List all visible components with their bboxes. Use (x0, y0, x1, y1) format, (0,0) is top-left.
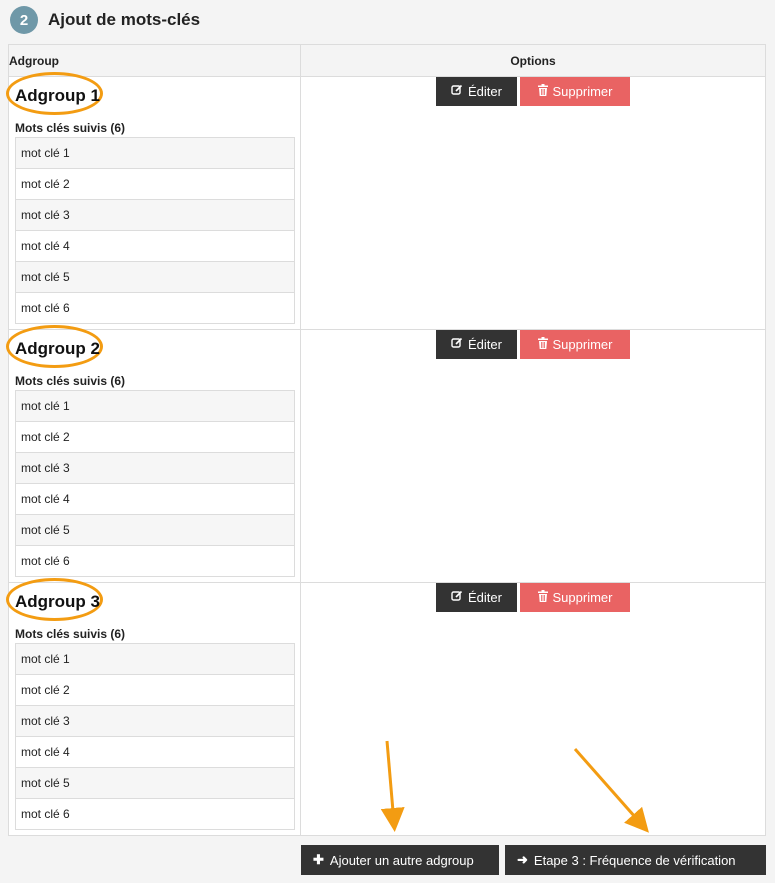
edit-button[interactable]: Éditer (436, 583, 517, 612)
trash-icon (537, 590, 548, 605)
keyword-item: mot clé 3 (16, 453, 294, 484)
adgroups-table: Adgroup Options Adgroup 1 Mots clés suiv… (6, 44, 766, 836)
edit-button-label: Éditer (468, 84, 502, 99)
keyword-item: mot clé 6 (16, 799, 294, 830)
keywords-title: Mots clés suivis (6) (15, 121, 126, 135)
edit-button[interactable]: Éditer (436, 330, 517, 359)
keyword-item: mot clé 2 (16, 422, 294, 453)
keyword-item: mot clé 2 (16, 169, 294, 200)
step-number-badge: 2 (10, 6, 38, 34)
delete-button-label: Supprimer (552, 84, 613, 99)
keyword-item: mot clé 6 (16, 293, 294, 324)
options-cell: Éditer Supprimer (300, 76, 766, 330)
adgroup-row: Adgroup 2 Mots clés suivis (6) mot clé 1… (6, 325, 766, 583)
delete-button[interactable]: Supprimer (520, 77, 630, 106)
adgroup-row: Adgroup 3 Mots clés suivis (6) mot clé 1… (6, 578, 766, 836)
next-step-button[interactable]: ➜ Etape 3 : Fréquence de vérification (505, 845, 766, 875)
edit-button-label: Éditer (468, 590, 502, 605)
edit-button-label: Éditer (468, 337, 502, 352)
arrow-right-icon: ➜ (517, 852, 528, 867)
keyword-item: mot clé 1 (16, 391, 294, 422)
plus-icon: ✚ (313, 852, 324, 867)
keyword-item: mot clé 5 (16, 262, 294, 293)
column-header-options: Options (300, 44, 766, 77)
adgroup-cell: Adgroup 1 Mots clés suivis (6) mot clé 1… (6, 72, 301, 330)
step-header: 2 Ajout de mots-clés (10, 5, 200, 35)
edit-icon (451, 84, 463, 99)
next-step-label: Etape 3 : Fréquence de vérification (533, 852, 736, 868)
keywords-title: Mots clés suivis (6) (15, 627, 126, 641)
keyword-item: mot clé 1 (16, 644, 294, 675)
keyword-item: mot clé 5 (16, 768, 294, 799)
keywords-list: mot clé 1 mot clé 2 mot clé 3 mot clé 4 … (15, 643, 295, 830)
delete-button[interactable]: Supprimer (520, 583, 630, 612)
edit-icon (451, 590, 463, 605)
adgroup-name: Adgroup 2 (15, 339, 100, 358)
trash-icon (537, 84, 548, 99)
keyword-item: mot clé 1 (16, 138, 294, 169)
adgroup-row: Adgroup 1 Mots clés suivis (6) mot clé 1… (6, 72, 766, 330)
adgroup-cell: Adgroup 3 Mots clés suivis (6) mot clé 1… (6, 578, 301, 836)
add-adgroup-label: Ajouter un autre adgroup (329, 852, 474, 868)
delete-button-label: Supprimer (552, 337, 613, 352)
options-cell: Éditer Supprimer (300, 329, 766, 583)
step-title: Ajout de mots-clés (48, 10, 201, 29)
edit-button[interactable]: Éditer (436, 77, 517, 106)
delete-button-label: Supprimer (552, 590, 613, 605)
keyword-item: mot clé 4 (16, 231, 294, 262)
edit-icon (451, 337, 463, 352)
keywords-title: Mots clés suivis (6) (15, 374, 126, 388)
keyword-item: mot clé 6 (16, 546, 294, 577)
keyword-item: mot clé 3 (16, 200, 294, 231)
keyword-item: mot clé 2 (16, 675, 294, 706)
keyword-item: mot clé 4 (16, 737, 294, 768)
adgroup-name: Adgroup 3 (15, 592, 100, 611)
add-adgroup-button[interactable]: ✚ Ajouter un autre adgroup (301, 845, 499, 875)
options-cell: Éditer Supprimer (300, 582, 766, 836)
keyword-item: mot clé 3 (16, 706, 294, 737)
keywords-list: mot clé 1 mot clé 2 mot clé 3 mot clé 4 … (15, 137, 295, 324)
adgroup-cell: Adgroup 2 Mots clés suivis (6) mot clé 1… (6, 325, 301, 583)
trash-icon (537, 337, 548, 352)
keyword-item: mot clé 5 (16, 515, 294, 546)
delete-button[interactable]: Supprimer (520, 330, 630, 359)
keyword-item: mot clé 4 (16, 484, 294, 515)
keywords-list: mot clé 1 mot clé 2 mot clé 3 mot clé 4 … (15, 390, 295, 577)
adgroup-name: Adgroup 1 (15, 86, 100, 105)
